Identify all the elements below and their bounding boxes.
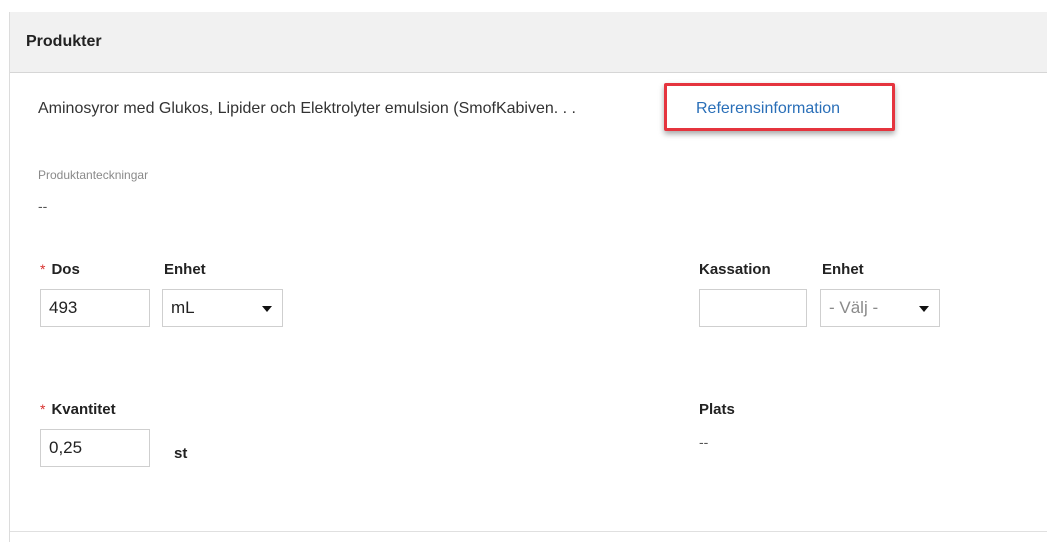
product-notes-value: --	[38, 198, 48, 214]
location-label: Plats	[699, 401, 735, 418]
panel-header: Produkter	[10, 12, 1047, 73]
dose-unit-label: Enhet	[164, 261, 206, 278]
location-value: --	[699, 434, 709, 450]
quantity-label-text: Kvantitet	[51, 401, 116, 418]
dose-input-value: 493	[49, 298, 78, 317]
panel-left-border	[9, 12, 10, 542]
panel-title: Produkter	[26, 33, 102, 50]
dose-unit-select[interactable]: mL	[162, 289, 283, 327]
dose-input[interactable]: 493	[40, 289, 150, 327]
quantity-input-value: 0,25	[49, 438, 83, 457]
discard-label: Kassation	[699, 261, 771, 278]
quantity-input[interactable]: 0,25	[40, 429, 150, 467]
reference-info-link[interactable]: Referensinformation	[696, 100, 840, 118]
required-marker: *	[40, 401, 46, 417]
discard-unit-label: Enhet	[822, 261, 864, 278]
discard-unit-select[interactable]: - Välj -	[820, 289, 940, 327]
product-notes-label: Produktanteckningar	[38, 168, 149, 182]
chevron-down-icon	[262, 306, 272, 312]
product-name: Aminosyror med Glukos, Lipider och Elekt…	[38, 100, 576, 117]
quantity-unit: st	[174, 445, 188, 462]
reference-highlight-box: Referensinformation	[664, 83, 895, 131]
discard-unit-value: - Välj -	[829, 298, 879, 317]
panel-bottom-divider	[10, 531, 1047, 532]
discard-input[interactable]	[699, 289, 807, 327]
chevron-down-icon	[919, 306, 929, 312]
required-marker: *	[40, 261, 46, 277]
dose-label-text: Dos	[51, 261, 80, 278]
dose-unit-value: mL	[171, 298, 195, 317]
dose-label: * Dos	[40, 261, 80, 278]
product-panel: Produkter Aminosyror med Glukos, Lipider…	[0, 0, 1047, 542]
quantity-label: * Kvantitet	[40, 401, 116, 418]
